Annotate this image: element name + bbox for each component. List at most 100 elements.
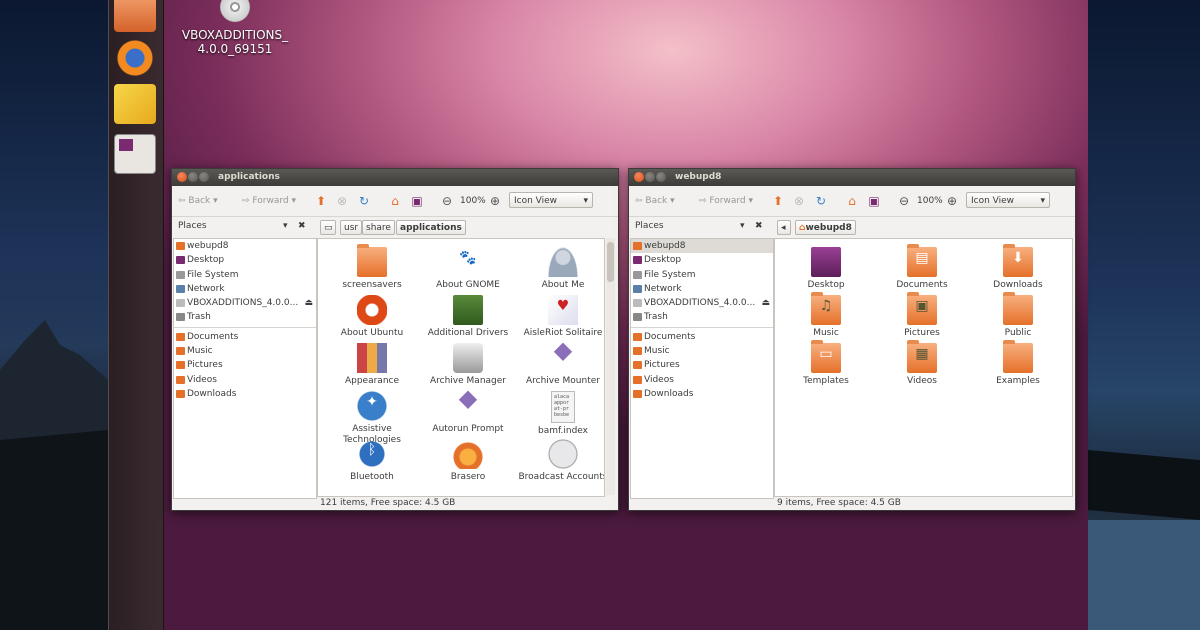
file-item-downloads[interactable]: ⬇ Downloads	[970, 244, 1066, 291]
file-item-about-ubuntu[interactable]: About Ubuntu	[324, 295, 420, 339]
file-item-documents[interactable]: ▤ Documents	[874, 244, 970, 291]
drive-icon[interactable]: ▭	[320, 220, 336, 235]
sidebar-item-webupd8[interactable]: webupd8	[631, 239, 773, 254]
computer-icon[interactable]: ▣	[867, 194, 881, 208]
text-editor-icon[interactable]	[114, 84, 156, 124]
scrollbar[interactable]	[606, 238, 615, 495]
title-bar[interactable]: webupd8	[629, 169, 1075, 186]
sidebar-item-label: Desktop	[187, 255, 225, 266]
file-item-broadcast-accounts[interactable]: Broadcast Accounts	[515, 439, 604, 483]
path-button-applications[interactable]: applications	[396, 220, 466, 235]
file-item-public[interactable]: Public	[970, 292, 1066, 339]
sidebar-item-documents[interactable]: Documents	[631, 330, 773, 344]
file-item-about-gnome[interactable]: 🐾 About GNOME	[420, 247, 516, 291]
file-item-archive-mounter[interactable]: ◆ Archive Mounter	[515, 339, 604, 387]
close-sidebar-icon[interactable]: ✖	[755, 221, 763, 231]
file-item-bluetooth[interactable]: ᛒ Bluetooth	[324, 439, 420, 483]
computer-icon[interactable]: ▣	[410, 194, 424, 208]
chevron-left-icon[interactable]: ◂	[777, 220, 791, 235]
minimize-icon[interactable]	[188, 172, 198, 182]
close-icon[interactable]	[177, 172, 187, 182]
sidebar-item-downloads[interactable]: Downloads	[631, 387, 773, 401]
desktop-vbox-icon[interactable]: VBOXADDITIONS_ 4.0.0_69151	[170, 0, 300, 56]
back-button[interactable]: ⇦ Back ▾	[635, 194, 675, 208]
forward-button[interactable]: ⇨ Forward ▾	[699, 194, 753, 208]
sidebar-item-desktop[interactable]: Desktop	[631, 253, 773, 267]
sidebar-item-webupd8[interactable]: webupd8	[174, 239, 316, 253]
sidebar-item-videos[interactable]: Videos	[174, 373, 316, 387]
sidebar-item-music[interactable]: Music	[631, 344, 773, 358]
zoom-in-icon[interactable]: ⊕	[945, 194, 959, 208]
maximize-icon[interactable]	[656, 172, 666, 182]
view-select-value: Icon View	[514, 196, 558, 206]
sidebar-item-music[interactable]: Music	[174, 344, 316, 358]
file-item-screensavers[interactable]: screensavers	[324, 244, 420, 291]
firefox-icon[interactable]	[114, 36, 156, 76]
sidebar-item-videos[interactable]: Videos	[631, 373, 773, 387]
eject-icon[interactable]: ⏏	[304, 296, 313, 310]
file-item-additional-drivers[interactable]: Additional Drivers	[420, 295, 516, 339]
places-select[interactable]: Places ▾ ✖	[178, 221, 306, 231]
view-select[interactable]: Icon View ▾	[966, 192, 1050, 208]
view-select[interactable]: Icon View ▾	[509, 192, 593, 208]
file-item-desktop[interactable]: Desktop	[778, 247, 874, 291]
file-item-about-me[interactable]: About Me	[515, 247, 604, 291]
title-bar[interactable]: applications	[172, 169, 618, 186]
close-sidebar-icon[interactable]: ✖	[298, 221, 306, 231]
places-label: Places	[635, 221, 664, 231]
path-button-usr[interactable]: usr	[340, 220, 363, 235]
sidebar-item-downloads[interactable]: Downloads	[174, 387, 316, 401]
home-folder-icon[interactable]	[114, 0, 156, 32]
up-arrow-icon[interactable]: ⬆	[771, 194, 785, 208]
close-icon[interactable]	[634, 172, 644, 182]
zoom-out-icon[interactable]: ⊖	[440, 194, 454, 208]
file-item-appearance[interactable]: Appearance	[324, 343, 420, 387]
path-button-share[interactable]: share	[362, 220, 395, 235]
file-item-templates[interactable]: ▭ Templates	[778, 340, 874, 387]
sidebar-item-vboxadditions-4-0-0[interactable]: VBOXADDITIONS_4.0.0... ⏏	[631, 296, 773, 310]
sidebar-item-desktop[interactable]: Desktop	[174, 253, 316, 267]
stop-icon[interactable]: ⊗	[792, 194, 806, 208]
forward-button[interactable]: ⇨ Forward ▾	[242, 194, 296, 208]
reload-icon[interactable]: ↻	[814, 194, 828, 208]
ubuntu-logo-icon	[357, 295, 387, 325]
sidebar-item-trash[interactable]: Trash	[174, 310, 316, 324]
scrollbar-thumb[interactable]	[607, 242, 614, 282]
file-item-assistive-technologies[interactable]: ✦Assistive Technologies	[324, 391, 420, 445]
maximize-icon[interactable]	[199, 172, 209, 182]
file-item-bamf-index[interactable]: alaca appor at-pr besbe bamf.index	[515, 391, 604, 437]
home-icon[interactable]: ⌂	[388, 194, 402, 208]
file-item-music[interactable]: ♫ Music	[778, 292, 874, 339]
file-item-videos[interactable]: ▦ Videos	[874, 340, 970, 387]
up-arrow-icon[interactable]: ⬆	[314, 194, 328, 208]
file-item-examples[interactable]: Examples	[970, 340, 1066, 387]
sidebar-item-trash[interactable]: Trash	[631, 310, 773, 324]
reload-icon[interactable]: ↻	[357, 194, 371, 208]
icon-view: screensavers 🐾 About GNOME About Me About Ub…	[317, 238, 605, 497]
sidebar-item-pictures[interactable]: Pictures	[174, 358, 316, 372]
wallpaper-left	[0, 0, 108, 630]
path-button-webupd8[interactable]: ⌂webupd8	[795, 220, 856, 235]
file-item-brasero[interactable]: Brasero	[420, 439, 516, 483]
sidebar-item-file-system[interactable]: File System	[174, 268, 316, 282]
workspace-switcher-icon[interactable]	[114, 134, 156, 174]
home-icon[interactable]: ⌂	[845, 194, 859, 208]
folder-icon	[633, 332, 642, 341]
back-button[interactable]: ⇦ Back ▾	[178, 194, 218, 208]
sidebar-item-pictures[interactable]: Pictures	[631, 358, 773, 372]
sidebar-item-file-system[interactable]: File System	[631, 268, 773, 282]
sidebar-item-documents[interactable]: Documents	[174, 330, 316, 344]
sidebar-item-network[interactable]: Network	[631, 282, 773, 296]
file-item-pictures[interactable]: ▣ Pictures	[874, 292, 970, 339]
sidebar-item-vboxadditions-4-0-0[interactable]: VBOXADDITIONS_4.0.0... ⏏	[174, 296, 316, 310]
eject-icon[interactable]: ⏏	[761, 296, 770, 310]
zoom-in-icon[interactable]: ⊕	[488, 194, 502, 208]
places-select[interactable]: Places ▾ ✖	[635, 221, 763, 231]
stop-icon[interactable]: ⊗	[335, 194, 349, 208]
file-item-archive-manager[interactable]: Archive Manager	[420, 343, 516, 387]
minimize-icon[interactable]	[645, 172, 655, 182]
sidebar-item-network[interactable]: Network	[174, 282, 316, 296]
file-item-aisleriot-solitaire[interactable]: ♥ AisleRiot Solitaire	[515, 295, 604, 339]
file-item-autorun-prompt[interactable]: ◆ Autorun Prompt	[420, 387, 516, 435]
zoom-out-icon[interactable]: ⊖	[897, 194, 911, 208]
